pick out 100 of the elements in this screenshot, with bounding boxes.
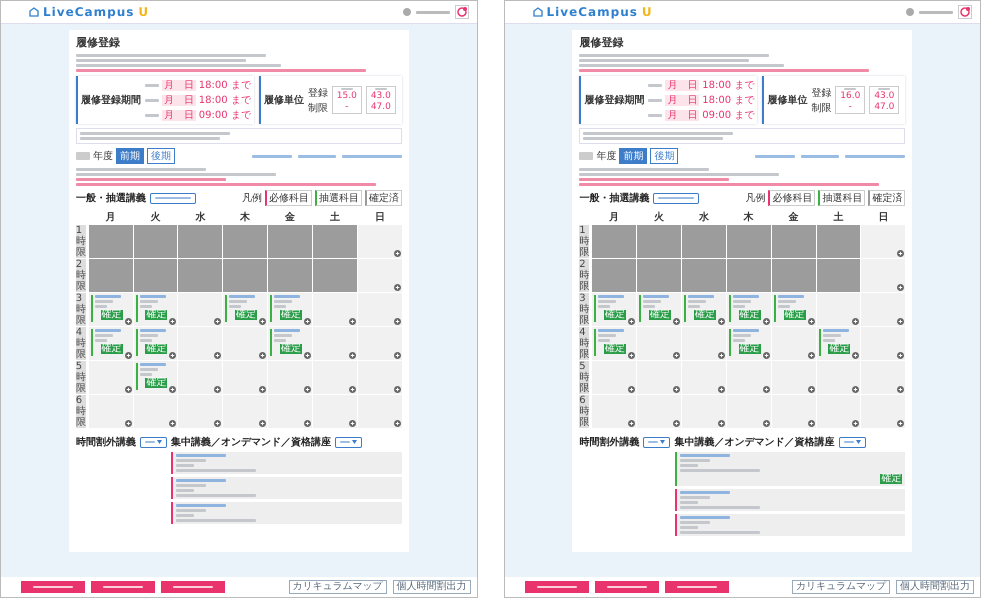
add-icon[interactable] xyxy=(852,352,860,359)
menu-button[interactable] xyxy=(150,192,196,204)
add-icon[interactable] xyxy=(897,318,904,325)
add-icon[interactable] xyxy=(808,386,815,393)
add-icon[interactable] xyxy=(718,386,725,393)
add-icon[interactable] xyxy=(394,318,401,325)
link-button[interactable]: カリキュラムマップ xyxy=(288,580,386,594)
add-icon[interactable] xyxy=(718,420,725,427)
add-icon[interactable] xyxy=(348,420,356,427)
add-icon[interactable] xyxy=(169,420,176,427)
blurred-text-line xyxy=(140,295,166,298)
action-button[interactable] xyxy=(161,581,225,593)
add-icon[interactable] xyxy=(124,318,132,325)
blocked-cell xyxy=(223,225,268,258)
add-icon[interactable] xyxy=(808,420,815,427)
status-badge: 確定 xyxy=(784,310,806,320)
add-icon[interactable] xyxy=(259,352,266,359)
add-icon[interactable] xyxy=(124,386,132,393)
blurred-text-line xyxy=(140,329,166,332)
legend-item: 抽選科目 xyxy=(314,190,362,206)
link-button[interactable]: カリキュラムマップ xyxy=(792,580,890,594)
add-icon[interactable] xyxy=(762,318,770,325)
add-icon[interactable] xyxy=(214,386,222,393)
add-icon[interactable] xyxy=(897,284,904,291)
add-icon[interactable] xyxy=(214,352,222,359)
add-icon[interactable] xyxy=(394,284,401,291)
term-tab[interactable]: 前期 xyxy=(619,148,648,164)
action-button[interactable] xyxy=(594,581,658,593)
action-button[interactable] xyxy=(91,581,155,593)
add-icon[interactable] xyxy=(348,386,356,393)
add-icon[interactable] xyxy=(852,386,860,393)
blurred-text-line xyxy=(732,329,759,332)
blurred-text-line xyxy=(680,521,710,524)
blurred-text-line xyxy=(140,339,152,342)
add-icon[interactable] xyxy=(628,386,636,393)
add-icon[interactable] xyxy=(897,352,904,359)
blurred-text-line xyxy=(229,300,248,303)
add-icon[interactable] xyxy=(124,420,132,427)
add-icon[interactable] xyxy=(124,352,132,359)
add-icon[interactable] xyxy=(897,250,904,257)
add-icon[interactable] xyxy=(169,386,176,393)
add-icon[interactable] xyxy=(169,352,176,359)
term-tab[interactable]: 前期 xyxy=(116,148,144,164)
link-button[interactable]: 個人時間割出力 xyxy=(896,580,974,594)
add-icon[interactable] xyxy=(259,386,266,393)
link-button[interactable]: 個人時間割出力 xyxy=(392,580,470,594)
add-button[interactable] xyxy=(335,436,362,448)
logo-text: LiveCampus xyxy=(546,5,638,19)
add-icon[interactable] xyxy=(169,318,176,325)
notification-icon[interactable] xyxy=(958,5,972,19)
add-icon[interactable] xyxy=(214,420,222,427)
add-icon[interactable] xyxy=(394,352,401,359)
add-icon[interactable] xyxy=(672,318,680,325)
add-icon[interactable] xyxy=(718,318,725,325)
add-icon[interactable] xyxy=(304,420,312,427)
blurred-text-line xyxy=(94,329,121,332)
add-icon[interactable] xyxy=(304,386,312,393)
add-icon[interactable] xyxy=(762,420,770,427)
add-icon[interactable] xyxy=(672,352,680,359)
blurred-text-line xyxy=(658,197,694,199)
add-icon[interactable] xyxy=(348,352,356,359)
add-icon[interactable] xyxy=(628,420,636,427)
term-tab[interactable]: 後期 xyxy=(146,148,175,164)
add-icon[interactable] xyxy=(394,386,401,393)
unit-row-label: 登録 xyxy=(811,86,832,100)
menu-button[interactable] xyxy=(653,192,700,204)
add-icon[interactable] xyxy=(897,386,904,393)
add-button[interactable] xyxy=(838,436,866,448)
add-button[interactable] xyxy=(643,436,670,448)
blurred-text-line xyxy=(778,300,796,303)
add-icon[interactable] xyxy=(897,420,904,427)
add-icon[interactable] xyxy=(718,352,725,359)
add-icon[interactable] xyxy=(852,420,860,427)
add-icon[interactable] xyxy=(672,386,680,393)
add-icon[interactable] xyxy=(394,250,401,257)
add-icon[interactable] xyxy=(628,318,636,325)
notification-icon[interactable] xyxy=(454,5,468,19)
add-icon[interactable] xyxy=(214,318,222,325)
add-icon[interactable] xyxy=(762,352,770,359)
action-button[interactable] xyxy=(524,581,588,593)
add-icon[interactable] xyxy=(762,386,770,393)
add-icon[interactable] xyxy=(394,420,401,427)
add-icon[interactable] xyxy=(852,318,860,325)
blurred-text-line xyxy=(144,84,159,86)
add-icon[interactable] xyxy=(808,352,815,359)
add-icon[interactable] xyxy=(808,318,815,325)
term-tab[interactable]: 後期 xyxy=(650,148,678,164)
course-card[interactable]: 確定 xyxy=(674,452,906,486)
add-icon[interactable] xyxy=(259,420,266,427)
add-icon[interactable] xyxy=(259,318,266,325)
add-button[interactable] xyxy=(140,436,167,448)
legend-item: 確定済 xyxy=(364,190,402,206)
add-icon[interactable] xyxy=(304,318,312,325)
add-icon[interactable] xyxy=(628,352,636,359)
logo-text: LiveCampus xyxy=(43,5,134,19)
add-icon[interactable] xyxy=(304,352,312,359)
add-icon[interactable] xyxy=(348,318,356,325)
add-icon[interactable] xyxy=(672,420,680,427)
action-button[interactable] xyxy=(664,581,728,593)
action-button[interactable] xyxy=(21,581,85,593)
